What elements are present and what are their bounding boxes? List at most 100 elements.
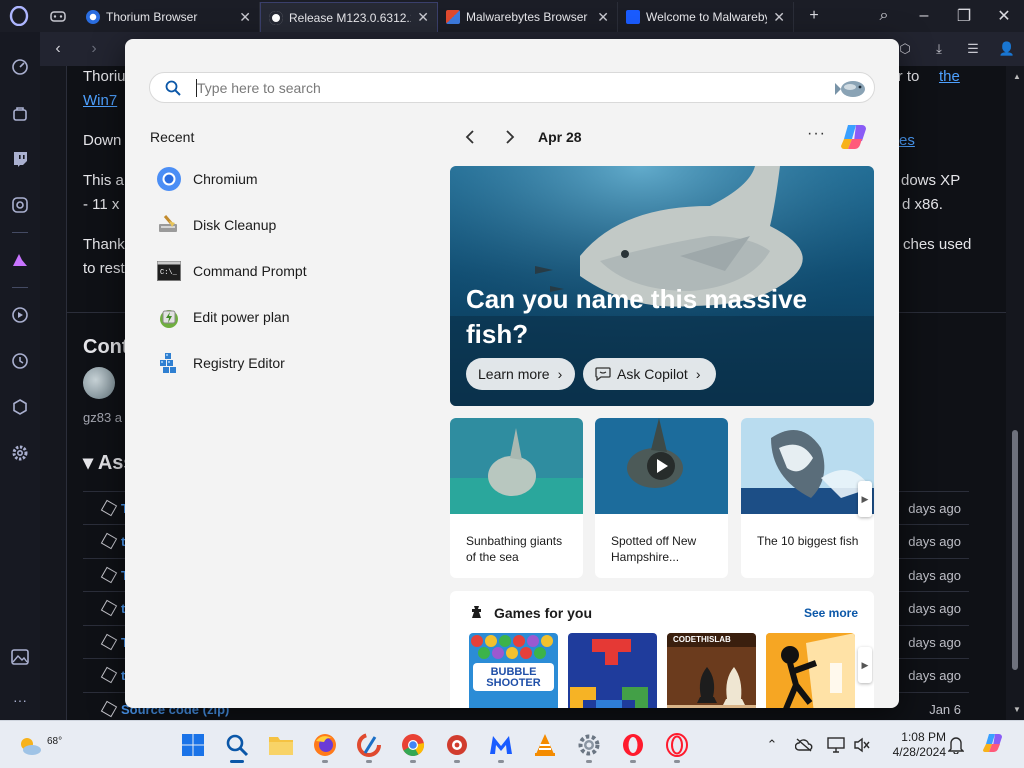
malwarebytes-page-icon [446, 10, 460, 24]
search-icon [150, 80, 196, 96]
next-day-button[interactable] [490, 125, 530, 149]
vlc-button[interactable] [528, 729, 562, 761]
malwarebytes-sidebar-icon[interactable] [0, 237, 40, 283]
close-tab-icon[interactable]: ✕ [417, 9, 429, 26]
page-link[interactable]: the [939, 68, 960, 85]
cards-next-icon[interactable]: ▶ [858, 481, 872, 517]
profile-icon[interactable]: 👤 [990, 41, 1024, 57]
opera-menu-icon[interactable] [0, 0, 38, 32]
thorium-icon [86, 10, 100, 24]
recent-item-disk-cleanup[interactable]: Disk Cleanup [155, 205, 415, 245]
show-hidden-icons[interactable]: ⌃ [762, 735, 782, 755]
search-taskbar-button[interactable] [220, 729, 254, 763]
recent-item-registry-editor[interactable]: Registry Editor [155, 343, 415, 383]
running-indicator [674, 760, 680, 763]
opera-taskbar-button[interactable] [616, 729, 650, 763]
page-link[interactable]: es [899, 132, 915, 149]
twitch-icon[interactable] [0, 136, 40, 182]
close-window-icon[interactable]: ✕ [984, 6, 1024, 26]
recent-item-command-prompt[interactable]: C:\_ Command Prompt [155, 251, 415, 291]
volume-muted-icon[interactable] [852, 735, 872, 755]
workspace-icon[interactable] [38, 0, 78, 32]
news-card[interactable]: Spotted off New Hampshire... [595, 418, 728, 578]
tab-malwarebytes-browser[interactable]: Malwarebytes Browser ✕ [438, 2, 618, 32]
clock-time: 1:08 PM [901, 730, 946, 744]
close-tab-icon[interactable]: ✕ [597, 9, 609, 26]
weather-icon [21, 738, 41, 755]
tab-label: Welcome to Malwareby [646, 10, 768, 24]
learn-more-button[interactable]: Learn more › [466, 358, 575, 390]
easy-setup-icon[interactable]: ☰ [956, 41, 990, 57]
speed-dial-icon[interactable] [0, 44, 40, 90]
notification-bell-icon[interactable] [946, 735, 966, 755]
history-icon[interactable] [0, 338, 40, 384]
learn-more-label: Learn more [478, 366, 550, 382]
download-icon[interactable]: ⤓ [922, 41, 956, 57]
copilot-taskbar-icon[interactable] [980, 731, 1006, 757]
asset-date: days ago [908, 567, 961, 583]
avatar[interactable] [83, 367, 115, 399]
cloud-offline-icon[interactable] [794, 735, 814, 755]
more-sidebar-icon[interactable]: ··· [0, 680, 40, 720]
restore-icon[interactable]: ❐ [944, 6, 984, 26]
close-tab-icon[interactable]: ✕ [773, 9, 785, 26]
search-tabs-icon[interactable]: ⌕ [864, 7, 904, 25]
search-input[interactable] [197, 73, 828, 102]
recent-item-edit-power-plan[interactable]: Edit power plan [155, 297, 415, 337]
weather-widget[interactable]: 68° [14, 729, 62, 761]
power-plan-icon [155, 303, 183, 331]
file-explorer-button[interactable] [264, 729, 298, 761]
see-more-link[interactable]: See more [804, 606, 858, 620]
game-chess[interactable]: CODETHISLAB [667, 633, 756, 708]
ccleaner-button[interactable] [352, 729, 386, 763]
ask-copilot-button[interactable]: Ask Copilot › [583, 358, 716, 390]
close-tab-icon[interactable]: ✕ [239, 9, 251, 26]
news-card[interactable]: The 10 biggest fish [741, 418, 874, 578]
previous-day-button[interactable] [450, 125, 490, 149]
tab-release[interactable]: Release M123.0.6312.13 ✕ [260, 2, 438, 32]
hero-card[interactable]: Can you name this massive fish? Learn mo… [450, 166, 874, 406]
app-red-button[interactable] [440, 729, 474, 763]
recent-item-label: Registry Editor [193, 355, 285, 371]
back-icon[interactable]: ‹ [40, 40, 76, 58]
page-link[interactable]: Win7 [83, 92, 117, 109]
disk-cleanup-icon [155, 211, 183, 239]
settings-icon[interactable] [0, 430, 40, 476]
more-options-button[interactable]: ··· [807, 125, 826, 143]
extensions-icon[interactable] [0, 384, 40, 430]
news-card[interactable]: Sunbathing giants of the sea [450, 418, 583, 578]
malwarebytes-taskbar-button[interactable] [484, 729, 518, 763]
forward-icon[interactable]: › [76, 40, 112, 58]
page-scrollbar[interactable]: ▲ ▼ [1006, 66, 1024, 720]
recent-item-chromium[interactable]: Chromium [155, 159, 415, 199]
game-bubble-shooter[interactable]: BUBBLE SHOOTER [469, 633, 558, 708]
start-button[interactable] [176, 729, 210, 761]
aria-icon[interactable] [0, 182, 40, 228]
page-text: - 11 x [83, 196, 120, 213]
scrollbar-thumb[interactable] [1012, 430, 1018, 670]
tab-welcome-malwarebytes[interactable]: Welcome to Malwareby ✕ [618, 2, 794, 32]
clock[interactable]: 1:08 PM 4/28/2024 [880, 730, 946, 760]
search-box[interactable] [149, 72, 875, 103]
minimize-icon[interactable]: – [904, 7, 944, 25]
player-icon[interactable] [0, 292, 40, 338]
wallpaper-icon[interactable] [0, 634, 40, 680]
new-tab-button[interactable]: + [794, 7, 834, 25]
settings-taskbar-button[interactable] [572, 729, 606, 763]
asset-date: Jan 6 [929, 701, 961, 717]
bag-icon[interactable] [0, 90, 40, 136]
svg-text:C:\_: C:\_ [160, 269, 178, 277]
search-highlight-icon[interactable] [828, 74, 874, 102]
copilot-icon[interactable] [838, 121, 870, 153]
tab-thorium[interactable]: Thorium Browser ✕ [78, 2, 260, 32]
games-next-icon[interactable]: ▶ [858, 647, 872, 683]
game-stickman[interactable] [766, 633, 855, 708]
card-text: Spotted off New Hampshire... [611, 534, 697, 564]
chrome-button[interactable] [396, 729, 430, 763]
firefox-button[interactable] [308, 729, 342, 763]
running-indicator [366, 760, 372, 763]
page-text: Down [83, 132, 122, 149]
opera-gx-taskbar-button[interactable] [660, 729, 694, 763]
display-icon[interactable] [826, 735, 846, 755]
game-blocks[interactable] [568, 633, 657, 708]
